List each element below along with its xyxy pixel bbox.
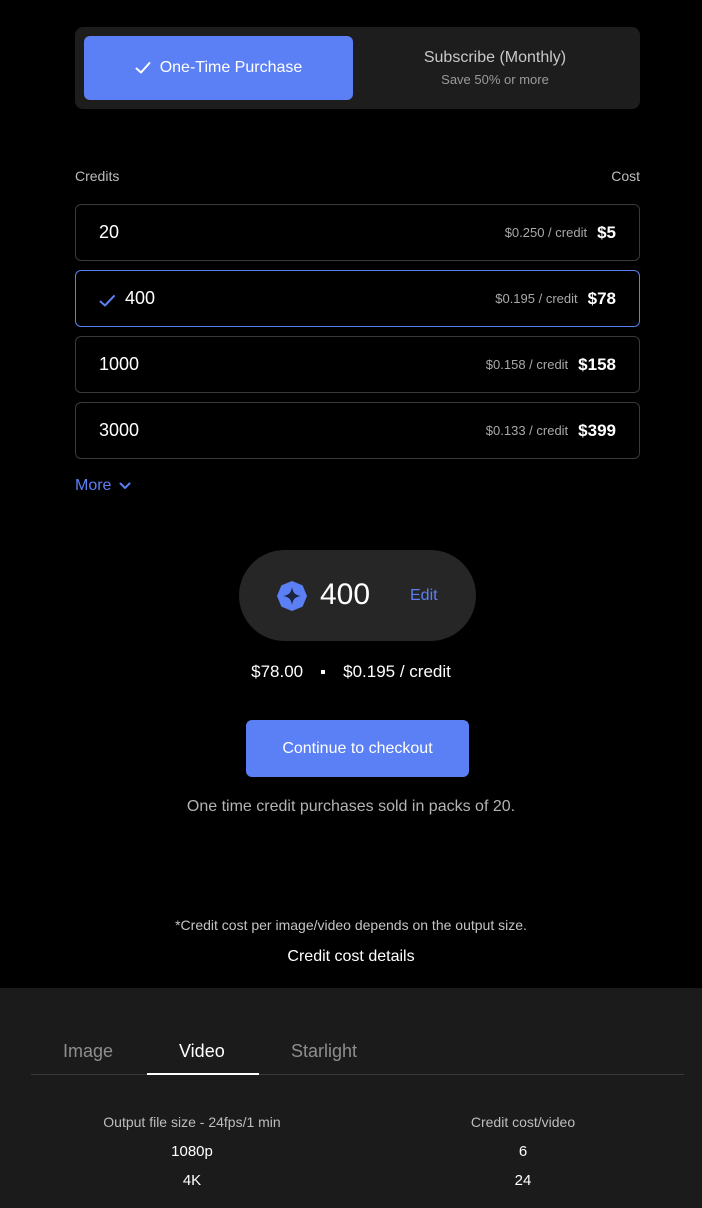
pack-credits-value: 3000 [99, 420, 140, 440]
chevron-down-icon [119, 477, 131, 495]
cost-tabs: Image Video Starlight [31, 988, 684, 1075]
credit-star-icon [276, 580, 308, 612]
pack-credits: 400 [99, 288, 495, 309]
table-cell-cost: 24 [514, 1172, 532, 1189]
one-time-purchase-button[interactable]: One-Time Purchase [84, 36, 353, 100]
table-cell-cost: 6 [518, 1143, 528, 1160]
total-price: $78.00 [251, 662, 304, 681]
selected-credits-pill: 400 Edit [239, 550, 476, 641]
table-cell-resolution: 1080p [171, 1143, 213, 1160]
pack-per-credit: $0.250 / credit [504, 225, 588, 240]
edit-button[interactable]: Edit [410, 587, 438, 605]
tab-video[interactable]: Video [179, 1041, 225, 1062]
tab-starlight[interactable]: Starlight [291, 1041, 357, 1062]
credit-cost-details-link[interactable]: Credit cost details [0, 948, 702, 966]
pack-credits-value: 1000 [99, 354, 140, 374]
pack-price: $399 [578, 420, 616, 440]
active-tab-indicator [147, 1073, 259, 1075]
pack-option-20[interactable]: 20 $0.250 / credit $5 [75, 204, 640, 261]
subscribe-savings-text: Save 50% or more [441, 72, 549, 87]
pack-credits-value: 400 [125, 288, 156, 308]
pack-credits: 3000 [99, 420, 486, 441]
credit-cost-header: Credit cost/video [470, 1114, 576, 1130]
continue-to-checkout-button[interactable]: Continue to checkout [246, 720, 469, 777]
output-size-header: Output file size - 24fps/1 min [103, 1114, 281, 1130]
pack-per-credit: $0.158 / credit [485, 357, 569, 372]
pack-credits: 1000 [99, 354, 486, 375]
purchase-type-toggle: One-Time Purchase Subscribe (Monthly) Sa… [75, 27, 640, 109]
summary-per-credit: $0.195 / credit [343, 662, 451, 681]
pack-price: $78 [587, 288, 616, 308]
cost-header: Cost [611, 168, 640, 184]
tab-image[interactable]: Image [63, 1041, 113, 1062]
selected-credits-amount: 400 [320, 578, 371, 611]
pack-price: $5 [597, 222, 616, 242]
subscribe-monthly-button[interactable]: Subscribe (Monthly) Save 50% or more [359, 36, 631, 100]
credit-cost-footnote: *Credit cost per image/video depends on … [175, 917, 527, 933]
credit-cost-panel: Image Video Starlight Output file size -… [0, 988, 702, 1208]
price-summary: $78.00 $0.195 / credit [0, 662, 702, 682]
separator-dot [321, 670, 326, 674]
more-packs-toggle[interactable]: More [75, 477, 131, 495]
pack-credits: 20 [99, 222, 505, 243]
pack-price: $158 [578, 354, 616, 374]
check-icon [135, 61, 151, 75]
check-icon [99, 292, 116, 306]
more-label: More [75, 477, 112, 494]
pack-per-credit: $0.133 / credit [485, 423, 569, 438]
pack-credits-value: 20 [99, 222, 120, 242]
table-cell-resolution: 4K [182, 1172, 202, 1189]
pack-option-400[interactable]: 400 $0.195 / credit $78 [75, 270, 640, 327]
pack-option-1000[interactable]: 1000 $0.158 / credit $158 [75, 336, 640, 393]
one-time-purchase-label: One-Time Purchase [159, 59, 303, 76]
subscribe-label: Subscribe (Monthly) [423, 49, 567, 66]
pack-per-credit: $0.195 / credit [495, 291, 578, 306]
credits-header: Credits [75, 168, 120, 184]
packs-note: One time credit purchases sold in packs … [186, 798, 516, 815]
pack-option-3000[interactable]: 3000 $0.133 / credit $399 [75, 402, 640, 459]
